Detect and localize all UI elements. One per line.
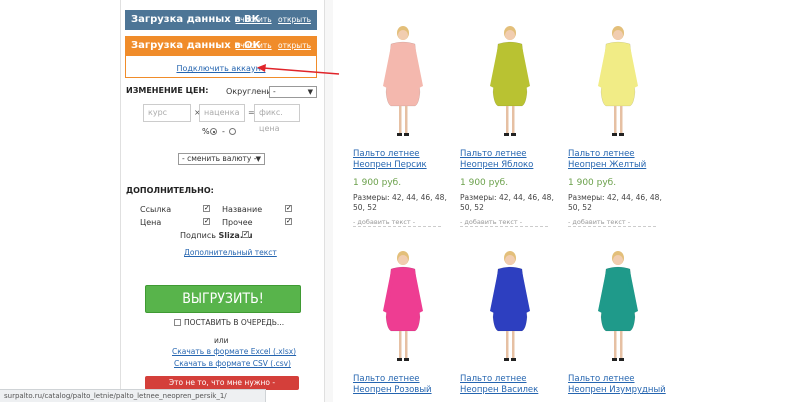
percent-radio[interactable] [210,128,217,135]
price-change-label: ИЗМЕНЕНИЕ ЦЕН: [126,86,209,95]
download-csv-link[interactable]: Скачать в формате CSV (.csv) [174,359,291,368]
name-option-label: Название [222,205,263,214]
product-title-line1: Пальто летнее [353,149,420,159]
other-checkbox[interactable]: ✓ [285,218,292,225]
product-title-link[interactable]: Пальто летнее Неопрен Яблоко [460,149,560,171]
product-image[interactable] [357,247,449,365]
link-option-label: Ссылка [140,205,172,214]
currency-select[interactable]: - сменить валюту - ▼ [178,153,265,165]
page-background-left [0,0,120,402]
product-sizes: Размеры: 42, 44, 46, 48, 50, 52 [353,193,447,212]
fixed-price-input[interactable]: фикс. цена [254,104,300,133]
vk-clear-link[interactable]: очистить [236,15,272,24]
signature-checkbox[interactable]: ✓ [242,231,249,238]
product-title-line2: Неопрен Розовый [353,385,432,395]
export-button[interactable]: ВЫГРУЗИТЬ! [145,285,301,313]
status-bar-url: surpalto.ru/catalog/palto_letnie/palto_l… [0,389,266,402]
chevron-down-icon: ▼ [255,155,261,163]
product-title-link[interactable]: Пальто летнее Неопрен Персик [353,149,453,171]
cancel-button[interactable]: Это не то, что мне нужно - ОТМЕНИТЬ! [145,376,299,401]
additional-text-link[interactable]: Дополнительный текст [184,248,277,257]
ok-open-link[interactable]: открыть [278,41,311,50]
ok-clear-link[interactable]: очистить [236,41,272,50]
product-title-link[interactable]: Пальто летнее Неопрен Розовый [353,374,453,396]
name-checkbox[interactable]: ✓ [285,205,292,212]
product-title-line2: Неопрен Персик [353,160,427,170]
product-title-link[interactable]: Пальто летнее Неопрен Изумрудный [568,374,668,396]
product-title-line2: Неопрен Яблоко [460,160,534,170]
product-image[interactable] [357,22,449,140]
product-title-line1: Пальто летнее [568,149,635,159]
other-option-label: Прочее [222,218,253,227]
queue-label: ПОСТАВИТЬ В ОЧЕРЕДЬ... [184,318,285,327]
minus-radio[interactable] [229,128,236,135]
product-title-link[interactable]: Пальто летнее Неопрен Желтый [568,149,668,171]
product-sizes: Размеры: 42, 44, 46, 48, 50, 52 [568,193,662,212]
percent-label: % [202,127,210,136]
panel-gutter [325,0,333,402]
vk-open-link[interactable]: открыть [278,15,311,24]
add-text-field[interactable]: - добавить текст - [568,218,656,227]
add-text-field[interactable]: - добавить текст - [460,218,548,227]
signature-prefix: Подпись [180,231,216,240]
vk-upload-header[interactable]: Загрузка данных в ВК очистить открыть [125,10,317,30]
markup-input[interactable]: наценка [199,104,245,122]
add-text-field[interactable]: - добавить текст - [353,218,441,227]
download-excel-link[interactable]: Скачать в формате Excel (.xlsx) [172,347,296,356]
product-price: 1 900 руб. [353,178,402,188]
product-title-line2: Неопрен Желтый [568,160,647,170]
rounding-select[interactable]: - ▼ [269,86,317,98]
page-background-right [673,0,792,402]
product-title-line2: Неопрен Василек [460,385,539,395]
product-photo [490,251,530,361]
chevron-down-icon: ▼ [307,88,313,96]
product-image[interactable] [572,247,664,365]
product-price: 1 900 руб. [460,178,509,188]
minus-label: - [222,127,225,136]
rate-input[interactable]: курс [143,104,191,122]
product-title-line2: Неопрен Изумрудный [568,385,666,395]
product-photo [490,26,530,136]
product-photo [598,251,638,361]
product-title-line1: Пальто летнее [460,149,527,159]
product-title-line1: Пальто летнее [568,374,635,384]
connect-account-link[interactable]: Подключить аккаунт [176,64,265,73]
product-title-line1: Пальто летнее [460,374,527,384]
product-photo [383,251,423,361]
product-photo [383,26,423,136]
product-title-line1: Пальто летнее [353,374,420,384]
product-image[interactable] [464,22,556,140]
price-checkbox[interactable]: ✓ [203,218,210,225]
product-image[interactable] [464,247,556,365]
extra-label: ДОПОЛНИТЕЛЬНО: [126,186,214,195]
product-sizes: Размеры: 42, 44, 46, 48, 50, 52 [460,193,554,212]
product-title-link[interactable]: Пальто летнее Неопрен Василек [460,374,560,396]
link-checkbox[interactable]: ✓ [203,205,210,212]
price-option-label: Цена [140,218,162,227]
or-label: или [214,336,229,345]
rounding-select-value: - [273,87,276,96]
queue-checkbox[interactable] [174,319,181,326]
product-photo [598,26,638,136]
ok-upload-header[interactable]: Загрузка данных в ОК очистить открыть [125,36,317,56]
product-price: 1 900 руб. [568,178,617,188]
currency-select-value: - сменить валюту - [182,154,257,163]
product-image[interactable] [572,22,664,140]
annotation-arrow-icon [257,64,340,75]
